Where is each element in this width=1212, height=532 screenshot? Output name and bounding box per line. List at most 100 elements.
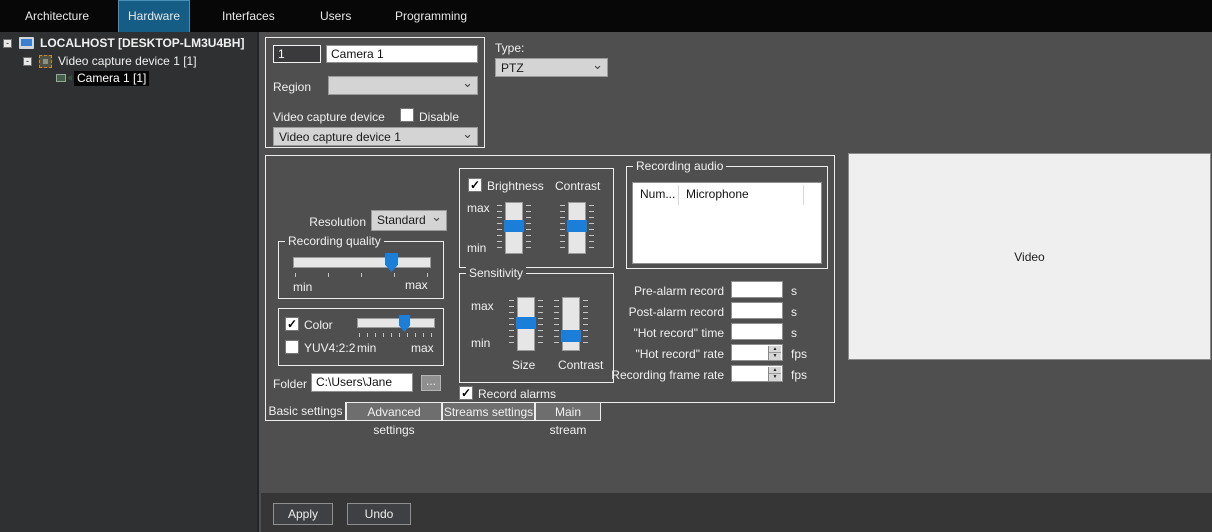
brightness-checkbox[interactable]: ✓ <box>468 178 482 192</box>
post-alarm-record-label: Post-alarm record <box>596 305 724 319</box>
recording-audio-table[interactable]: Num... Microphone <box>632 182 822 264</box>
sensitivity-group: Sensitivity max min Size Contrast <box>459 273 614 383</box>
column-separator <box>803 185 804 205</box>
unit-label: s <box>791 326 797 340</box>
sensitivity-size-slider-thumb[interactable] <box>516 317 536 329</box>
min-label: min <box>467 241 486 255</box>
slider-ticks <box>359 333 433 337</box>
type-dropdown[interactable]: PTZ ⌄ <box>495 58 608 77</box>
region-dropdown[interactable]: ⌄ <box>328 76 478 95</box>
recording-frame-rate-label: Recording frame rate <box>596 368 724 382</box>
video-capture-device-dropdown[interactable]: Video capture device 1 ⌄ <box>273 127 478 146</box>
unit-label: s <box>791 305 797 319</box>
camera-name-field[interactable]: Camera 1 <box>326 45 478 63</box>
spinner: ▲ ▼ <box>768 367 781 381</box>
collapse-icon[interactable]: - <box>3 39 12 48</box>
recording-audio-title: Recording audio <box>633 159 726 173</box>
chevron-down-icon: ⌄ <box>431 209 442 225</box>
camera-settings-panel: Resolution Standard ⌄ Recording quality … <box>265 155 835 403</box>
tab-basic-settings[interactable]: Basic settings <box>265 402 346 421</box>
post-alarm-record-field[interactable] <box>731 302 783 319</box>
chevron-down-icon: ⌄ <box>462 75 473 91</box>
sensitivity-contrast-slider-thumb[interactable] <box>561 330 581 342</box>
recording-quality-group: Recording quality min max <box>278 241 444 299</box>
pre-alarm-record-label: Pre-alarm record <box>596 284 724 298</box>
max-label: max <box>405 278 428 292</box>
pre-alarm-record-field[interactable] <box>731 281 783 298</box>
undo-button[interactable]: Undo <box>347 503 411 525</box>
contrast-slider-thumb[interactable] <box>567 220 587 232</box>
slider-ticks <box>589 205 594 251</box>
collapse-icon[interactable]: - <box>23 57 32 66</box>
slider-ticks <box>560 205 565 251</box>
spin-up-icon[interactable]: ▲ <box>769 367 781 374</box>
spin-down-icon[interactable]: ▼ <box>769 353 781 360</box>
tab-hardware[interactable]: Hardware <box>118 0 190 32</box>
tab-programming[interactable]: Programming <box>395 0 467 32</box>
spin-up-icon[interactable]: ▲ <box>769 346 781 353</box>
tab-advanced-settings[interactable]: Advanced settings <box>346 402 442 421</box>
hot-record-rate-label: "Hot record" rate <box>596 347 724 361</box>
size-label: Size <box>512 358 535 372</box>
slider-ticks <box>583 300 588 348</box>
contrast-label: Contrast <box>555 179 600 193</box>
tab-interfaces[interactable]: Interfaces <box>222 0 275 32</box>
min-label: min <box>357 341 376 355</box>
slider-ticks <box>554 300 559 348</box>
browse-folder-button[interactable]: ... <box>421 375 441 391</box>
color-slider[interactable] <box>357 318 435 328</box>
video-preview: Video <box>848 153 1211 360</box>
recording-frame-rate-field[interactable]: ▲ ▼ <box>731 365 783 382</box>
resolution-dropdown[interactable]: Standard ⌄ <box>371 210 447 231</box>
column-header-microphone[interactable]: Microphone <box>686 187 749 201</box>
recording-quality-title: Recording quality <box>285 234 384 248</box>
min-label: min <box>293 280 312 294</box>
color-checkbox[interactable]: ✓ <box>285 317 299 331</box>
tab-architecture[interactable]: Architecture <box>25 0 89 32</box>
camera-id-field[interactable]: 1 <box>273 45 321 63</box>
record-alarms-label: Record alarms <box>478 387 556 401</box>
apply-button[interactable]: Apply <box>273 503 333 525</box>
camera-icon <box>56 74 72 83</box>
max-label: max <box>411 341 434 355</box>
video-capture-device-label: Video capture device <box>273 110 385 124</box>
video-placeholder-label: Video <box>1014 250 1044 264</box>
record-alarms-checkbox[interactable]: ✓ <box>459 386 473 400</box>
chevron-down-icon: ⌄ <box>592 57 603 73</box>
hardware-tree-panel: - LOCALHOST [DESKTOP-LM3U4BH] - Video ca… <box>0 32 259 532</box>
tab-users[interactable]: Users <box>320 0 351 32</box>
sensitivity-contrast-slider[interactable] <box>562 297 580 351</box>
min-label: min <box>471 336 490 350</box>
tree-item-label[interactable]: LOCALHOST [DESKTOP-LM3U4BH] <box>40 36 244 51</box>
main-tab-bar: Architecture Hardware Interfaces Users P… <box>0 0 1212 32</box>
recording-audio-group: Recording audio Num... Microphone <box>626 166 828 269</box>
tab-streams-settings[interactable]: Streams settings <box>442 402 535 421</box>
slider-ticks <box>295 273 430 277</box>
computer-icon <box>19 37 34 49</box>
recording-quality-slider-thumb[interactable] <box>385 253 398 272</box>
tree-item-label-selected[interactable]: Camera 1 [1] <box>74 71 149 86</box>
yuv422-checkbox[interactable] <box>285 340 299 354</box>
hot-record-rate-field[interactable]: ▲ ▼ <box>731 344 783 361</box>
resolution-label: Resolution <box>296 215 366 229</box>
disable-checkbox[interactable] <box>400 108 414 122</box>
brightness-contrast-group: ✓ Brightness Contrast max min <box>459 168 614 268</box>
recording-quality-slider[interactable] <box>293 257 431 268</box>
tree-item-label[interactable]: Video capture device 1 [1] <box>58 54 197 69</box>
brightness-slider-thumb[interactable] <box>504 220 524 232</box>
folder-field[interactable]: C:\Users\Jane <box>311 373 413 392</box>
unit-label: fps <box>791 347 807 361</box>
max-label: max <box>467 201 490 215</box>
color-slider-thumb[interactable] <box>399 315 410 332</box>
hot-record-time-field[interactable] <box>731 323 783 340</box>
brightness-label: Brightness <box>487 179 544 193</box>
hot-record-time-label: "Hot record" time <box>596 326 724 340</box>
tab-main-stream[interactable]: Main stream <box>535 402 601 421</box>
disable-label: Disable <box>419 110 459 124</box>
unit-label: fps <box>791 368 807 382</box>
camera-identity-panel: 1 Camera 1 Region ⌄ Video capture device… <box>265 37 485 148</box>
color-label: Color <box>304 318 333 332</box>
region-label: Region <box>273 80 311 94</box>
column-header-num[interactable]: Num... <box>640 187 675 201</box>
spin-down-icon[interactable]: ▼ <box>769 374 781 381</box>
